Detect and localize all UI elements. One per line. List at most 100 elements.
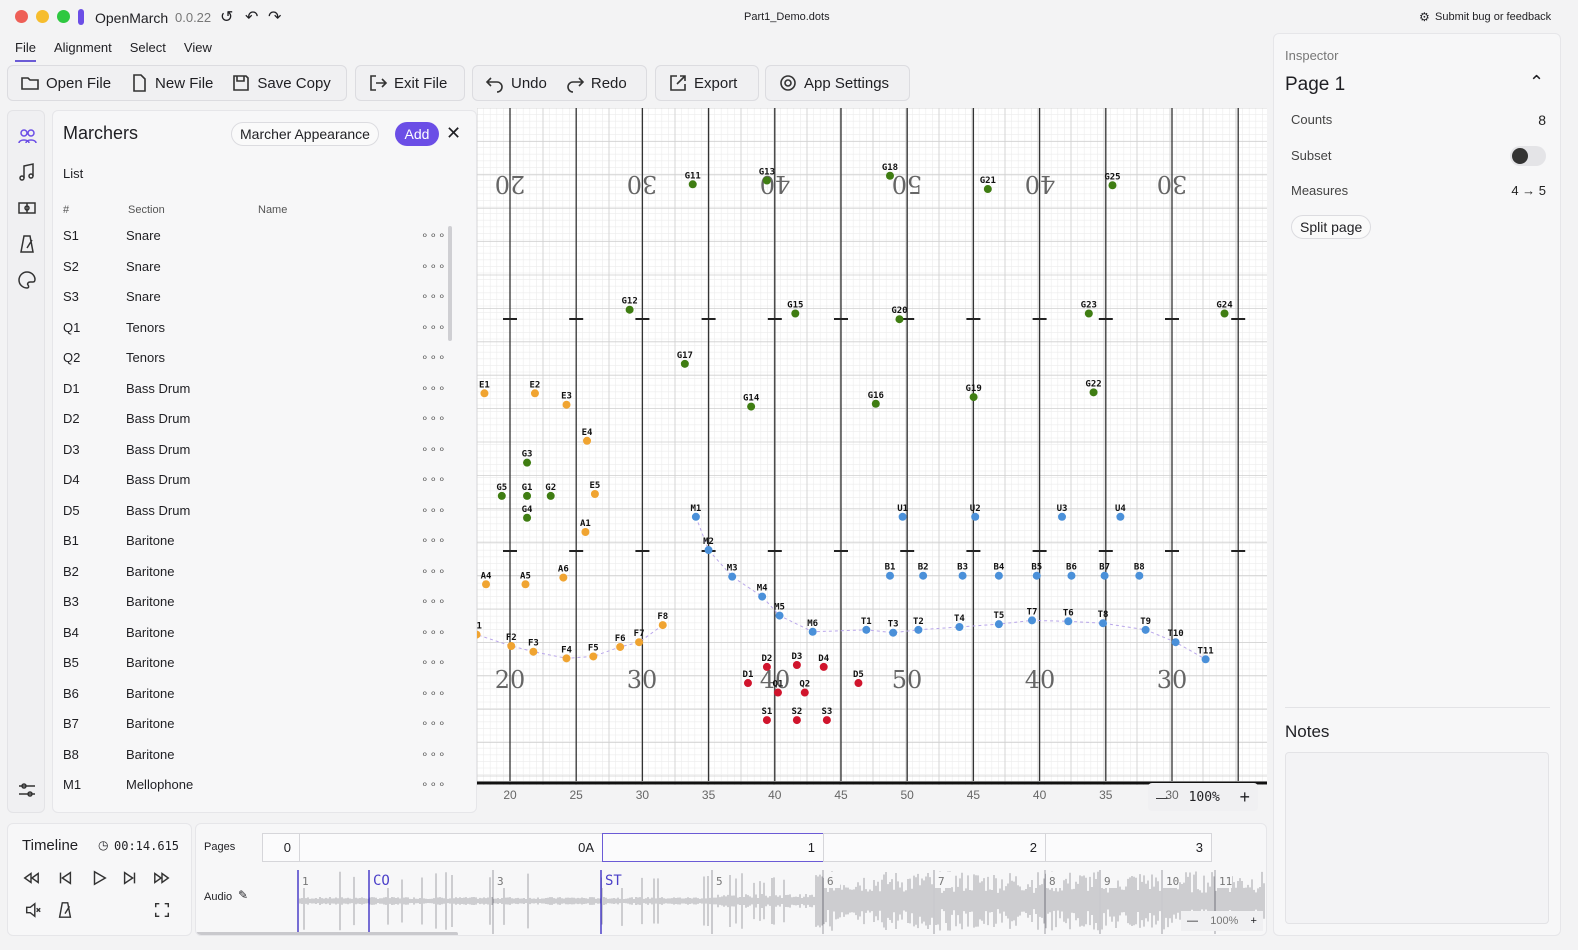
- close-window-button[interactable]: [15, 10, 28, 23]
- list-item[interactable]: Q2 Tenors ∘∘∘: [63, 350, 446, 380]
- list-item[interactable]: B4 Baritone ∘∘∘: [63, 625, 446, 655]
- marcher-dot: [1108, 181, 1117, 190]
- list-item[interactable]: M1 Mellophone ∘∘∘: [63, 777, 446, 807]
- more-options-icon[interactable]: ∘∘∘: [421, 289, 447, 303]
- marcher-id: Q1: [63, 319, 81, 335]
- list-item[interactable]: B2 Baritone ∘∘∘: [63, 564, 446, 594]
- list-item[interactable]: D2 Bass Drum ∘∘∘: [63, 411, 446, 441]
- more-options-icon[interactable]: ∘∘∘: [421, 655, 447, 669]
- list-item[interactable]: D5 Bass Drum ∘∘∘: [63, 502, 446, 533]
- timeline-scrollbar[interactable]: [196, 932, 458, 935]
- pencil-icon[interactable]: ✎: [238, 888, 248, 902]
- marcher-dot: [743, 679, 752, 688]
- page-cell-3[interactable]: 3: [1045, 833, 1212, 862]
- play-icon[interactable]: [88, 867, 110, 889]
- marker-label: 10: [1166, 875, 1179, 888]
- field-icon[interactable]: [15, 196, 39, 220]
- rewind-icon[interactable]: [20, 867, 42, 889]
- fast-forward-icon[interactable]: [151, 867, 173, 889]
- more-options-icon[interactable]: ∘∘∘: [421, 472, 447, 486]
- app-settings-button[interactable]: App Settings: [774, 73, 893, 93]
- redo-button[interactable]: Redo: [561, 73, 631, 93]
- close-icon[interactable]: ✕: [446, 123, 461, 144]
- page-cell-2[interactable]: 2: [823, 833, 1046, 862]
- chevron-up-icon[interactable]: ⌃: [1529, 72, 1544, 93]
- skip-forward-icon[interactable]: [119, 867, 141, 889]
- page-cell-1[interactable]: 1: [602, 833, 824, 862]
- marchers-icon[interactable]: [15, 124, 39, 148]
- menu-alignment[interactable]: Alignment: [54, 40, 112, 62]
- list-item[interactable]: S2 Snare ∘∘∘: [63, 259, 446, 289]
- fullscreen-icon[interactable]: [151, 899, 173, 921]
- list-item[interactable]: B8 Baritone ∘∘∘: [63, 747, 446, 777]
- minimize-window-button[interactable]: [36, 10, 49, 23]
- speaker-mute-icon[interactable]: [22, 899, 44, 921]
- page-cell-0[interactable]: 0: [262, 833, 300, 862]
- feedback-link[interactable]: Submit bug or feedback: [1435, 11, 1551, 23]
- more-options-icon[interactable]: ∘∘∘: [421, 381, 447, 395]
- marcher-label: T3: [888, 620, 899, 630]
- list-item[interactable]: B6 Baritone ∘∘∘: [63, 686, 446, 716]
- list-item[interactable]: B7 Baritone ∘∘∘: [63, 716, 446, 746]
- list-item[interactable]: Q1 Tenors ∘∘∘: [63, 319, 446, 350]
- subset-toggle[interactable]: [1510, 146, 1546, 166]
- maximize-window-button[interactable]: [57, 10, 70, 23]
- metronome-icon[interactable]: [15, 232, 39, 256]
- split-page-button[interactable]: Split page: [1291, 215, 1372, 239]
- redo-icon[interactable]: ↷: [268, 7, 281, 27]
- list-item[interactable]: B3 Baritone ∘∘∘: [63, 594, 446, 624]
- more-options-icon[interactable]: ∘∘∘: [421, 686, 447, 700]
- notes-textarea[interactable]: [1285, 752, 1549, 924]
- more-options-icon[interactable]: ∘∘∘: [421, 350, 447, 364]
- exit-file-button[interactable]: Exit File: [364, 73, 451, 93]
- field-canvas[interactable]: 203040504030203040504030E1E2L2E3L1E4L3E5…: [477, 108, 1267, 785]
- history-icon[interactable]: ↺: [220, 7, 233, 27]
- open-file-button[interactable]: Open File: [16, 73, 115, 93]
- new-file-button[interactable]: New File: [125, 73, 217, 93]
- page-cell-0a[interactable]: 0A: [299, 833, 603, 862]
- skip-back-icon[interactable]: [54, 867, 76, 889]
- list-item[interactable]: S3 Snare ∘∘∘: [63, 289, 446, 319]
- marcher-dot: [898, 512, 907, 521]
- menu-file[interactable]: File: [15, 40, 36, 62]
- list-item[interactable]: S1 Snare ∘∘∘: [63, 228, 446, 258]
- list-item[interactable]: D3 Bass Drum ∘∘∘: [63, 442, 446, 472]
- more-options-icon[interactable]: ∘∘∘: [421, 228, 447, 242]
- more-options-icon[interactable]: ∘∘∘: [421, 533, 447, 547]
- list-item[interactable]: B1 Baritone ∘∘∘: [63, 533, 446, 563]
- undo-icon[interactable]: ↶: [245, 7, 258, 27]
- list-item[interactable]: D1 Bass Drum ∘∘∘: [63, 381, 446, 411]
- more-options-icon[interactable]: ∘∘∘: [421, 716, 447, 730]
- menu-view[interactable]: View: [184, 40, 212, 62]
- list-item[interactable]: D4 Bass Drum ∘∘∘: [63, 472, 446, 502]
- counts-value[interactable]: 8: [1538, 112, 1546, 128]
- marcher-id: D5: [63, 502, 80, 518]
- add-marcher-button[interactable]: Add: [395, 122, 439, 146]
- save-copy-button[interactable]: Save Copy: [227, 73, 334, 93]
- export-button[interactable]: Export: [664, 73, 741, 93]
- bug-icon[interactable]: ⚙: [1419, 10, 1430, 24]
- more-options-icon[interactable]: ∘∘∘: [421, 777, 447, 791]
- metronome-toggle-icon[interactable]: [54, 899, 76, 921]
- wave-zoom-out[interactable]: —: [1187, 915, 1198, 927]
- more-options-icon[interactable]: ∘∘∘: [421, 320, 447, 334]
- undo-button[interactable]: Undo: [481, 73, 551, 93]
- list-scrollbar[interactable]: [448, 226, 452, 341]
- palette-icon[interactable]: [15, 268, 39, 292]
- more-options-icon[interactable]: ∘∘∘: [421, 747, 447, 761]
- more-options-icon[interactable]: ∘∘∘: [421, 564, 447, 578]
- marcher-label: A1: [580, 519, 591, 529]
- list-item[interactable]: B5 Baritone ∘∘∘: [63, 655, 446, 685]
- sliders-icon[interactable]: [15, 778, 39, 802]
- more-options-icon[interactable]: ∘∘∘: [421, 442, 447, 456]
- audio-waveform[interactable]: 1 CO 3 ST 5 6 7 8 9 10 11: [296, 868, 1266, 934]
- wave-zoom-in[interactable]: +: [1251, 915, 1257, 927]
- more-options-icon[interactable]: ∘∘∘: [421, 259, 447, 273]
- more-options-icon[interactable]: ∘∘∘: [421, 625, 447, 639]
- more-options-icon[interactable]: ∘∘∘: [421, 411, 447, 425]
- music-icon[interactable]: [15, 160, 39, 184]
- menu-select[interactable]: Select: [130, 40, 166, 62]
- marcher-appearance-button[interactable]: Marcher Appearance: [231, 122, 379, 146]
- more-options-icon[interactable]: ∘∘∘: [421, 503, 447, 517]
- more-options-icon[interactable]: ∘∘∘: [421, 594, 447, 608]
